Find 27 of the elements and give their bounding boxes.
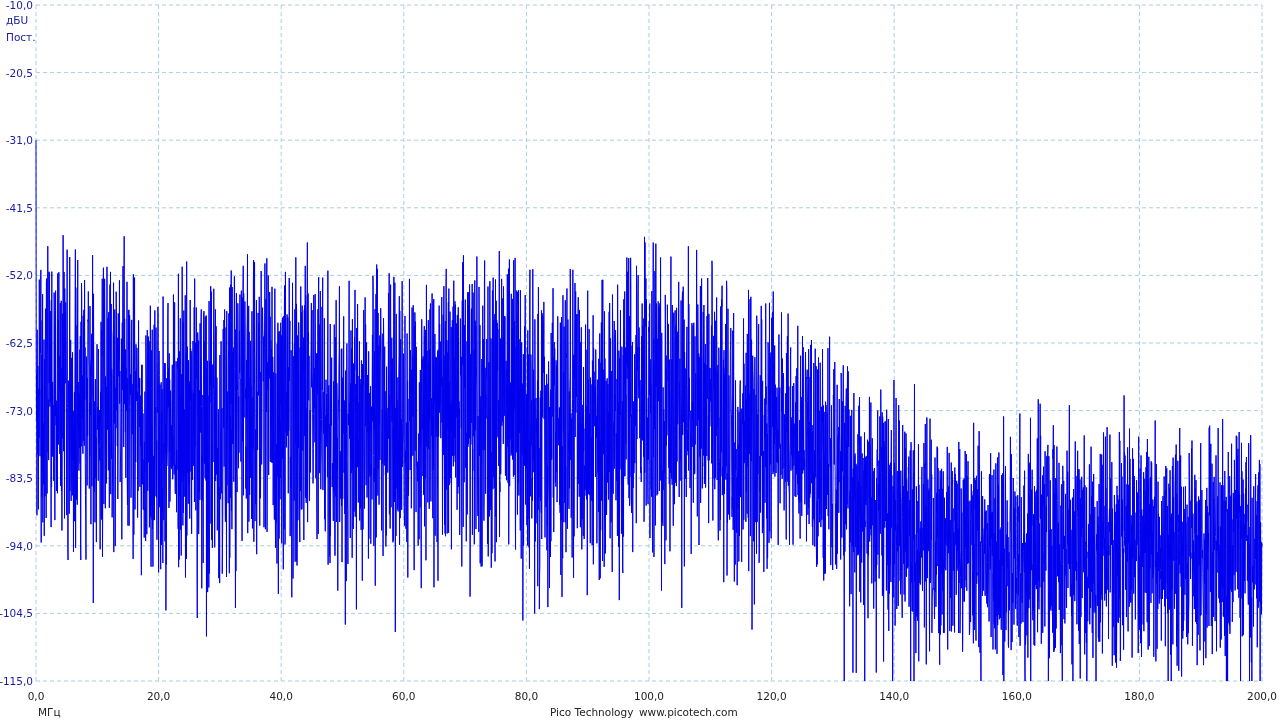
- website-link[interactable]: www.picotech.com: [639, 706, 738, 718]
- y-tick-label: -41,5: [5, 201, 33, 214]
- coupling-label: Пост.: [6, 31, 36, 43]
- x-tick-label: 160,0: [1001, 690, 1032, 702]
- y-tick-label: -31,0: [5, 134, 33, 147]
- x-tick-label: 80,0: [514, 690, 539, 702]
- y-tick-label: -10,0: [5, 0, 33, 11]
- x-unit-label: МГц: [38, 706, 61, 718]
- y-tick-label: -52,0: [5, 269, 33, 282]
- x-tick-label: 100,0: [633, 690, 665, 702]
- y-tick-label: -115,0: [0, 675, 33, 687]
- y-tick-label: -73,0: [5, 404, 33, 417]
- x-tick-label: 40,0: [269, 690, 293, 702]
- x-tick-label: 20,0: [146, 690, 171, 702]
- y-unit-label: дБU: [6, 14, 29, 26]
- x-tick-label: 60,0: [392, 690, 416, 702]
- x-tick-label: 140,0: [879, 690, 910, 702]
- company-name: Pico Technology: [550, 706, 634, 718]
- y-tick-label: -94,0: [5, 539, 33, 552]
- y-tick-label: -104,5: [0, 607, 33, 620]
- x-tick-label: 120,0: [756, 690, 787, 702]
- x-tick-label: 180,0: [1124, 690, 1155, 702]
- x-tick-label: 200,0: [1246, 690, 1278, 702]
- y-tick-label: -20,5: [5, 66, 33, 79]
- y-tick-label: -62,5: [5, 337, 33, 349]
- x-tick-label: 0,0: [27, 690, 45, 702]
- y-tick-label: -83,5: [5, 472, 33, 485]
